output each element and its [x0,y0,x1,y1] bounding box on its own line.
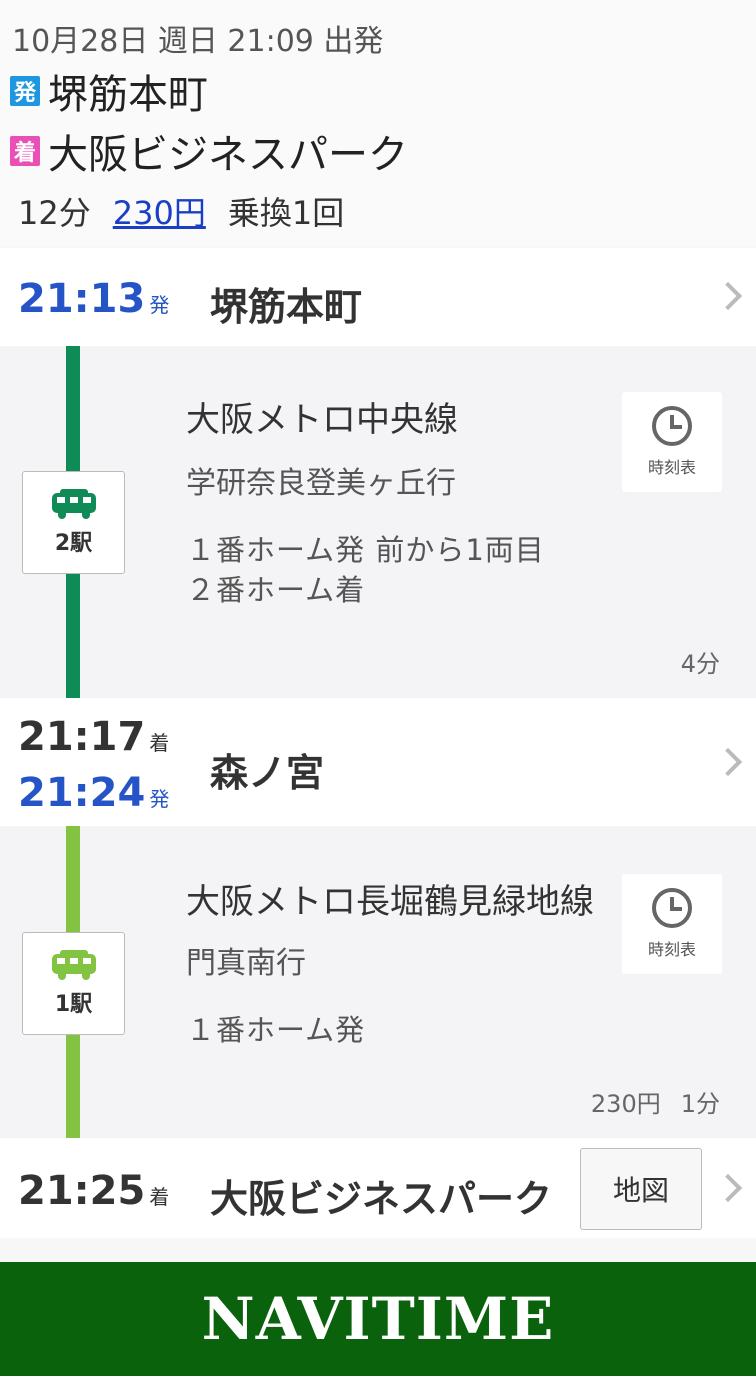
route-summary: 10月28日 週日 21:09 出発 発 堺筋本町 着 大阪ビジネスパーク 12… [0,0,756,246]
arrival-time: 21:17 着 [18,714,169,760]
segment-fare: 230円 [590,1090,661,1118]
bottom-spacer [0,1376,756,1397]
departure-tag: 発 [10,76,40,106]
map-button[interactable]: 地図 [580,1148,702,1230]
timetable-label: 時刻表 [647,458,696,477]
departure-time: 21:13 発 [18,276,169,322]
route-meta: 12分 230円 乗換1回 [18,188,344,234]
arrival-suffix: 着 [149,1185,170,1209]
arrival-time-value: 21:25 [18,1168,146,1214]
from-station-row: 発 堺筋本町 [10,62,208,120]
platform-line: ２番ホーム着 [186,573,366,607]
from-station-name: 堺筋本町 [48,72,208,118]
navitime-banner[interactable]: NAVITIME [0,1262,756,1376]
stop-count: 1駅 [54,991,93,1017]
stop-count-badge: 1駅 [22,932,125,1035]
station-row-transfer[interactable]: 21:17 着 21:24 発 森ノ宮 [0,698,756,826]
ride-segment-1: 2駅 大阪メトロ中央線 学研奈良登美ヶ丘行 １番ホーム発 前から1両目 ２番ホー… [0,346,756,698]
ride-segment-2: 1駅 大阪メトロ長堀鶴見緑地線 門真南行 １番ホーム発 時刻表 230円 1分 [0,826,756,1138]
arrival-time: 21:25 着 [18,1168,169,1214]
timetable-button[interactable]: 時刻表 [622,392,722,492]
to-station-name: 大阪ビジネスパーク [48,132,408,178]
departure-time-value: 21:13 [18,276,146,322]
segment-footer: 4分 [681,644,720,679]
chevron-right-icon[interactable] [713,281,743,311]
station-name: 大阪ビジネスパーク [210,1177,553,1221]
segment-duration: 1分 [680,1090,720,1118]
total-duration: 12分 [18,194,91,232]
line-name: 大阪メトロ長堀鶴見緑地線 [186,882,594,922]
stop-count: 2駅 [54,530,93,556]
fare-link[interactable]: 230円 [113,188,206,234]
chevron-right-icon[interactable] [713,1173,743,1203]
station-name: 堺筋本町 [210,285,363,329]
departure-suffix: 発 [149,293,170,317]
platform-info: １番ホーム発 [186,1010,365,1050]
train-icon [51,488,96,519]
transfer-count: 乗換1回 [227,194,345,232]
timetable-button[interactable]: 時刻表 [622,874,722,974]
chevron-right-icon[interactable] [713,747,743,777]
arrival-time-value: 21:17 [18,714,146,760]
departure-time: 21:24 発 [18,770,169,816]
train-icon [51,949,96,980]
train-destination: 門真南行 [186,946,306,981]
arrival-tag: 着 [10,136,40,166]
clock-icon [652,888,692,928]
platform-line: １番ホーム発 前から1両目 [186,533,545,567]
clock-icon [652,406,692,446]
segment-duration: 4分 [680,650,720,678]
to-station-row: 着 大阪ビジネスパーク [10,122,408,180]
departure-suffix: 発 [149,787,170,811]
navitime-logo: NAVITIME [201,1285,555,1353]
arrival-suffix: 着 [149,731,170,755]
line-name: 大阪メトロ中央線 [186,400,458,440]
station-name: 森ノ宮 [210,751,325,795]
timetable-label: 時刻表 [647,940,696,959]
station-row-end[interactable]: 21:25 着 大阪ビジネスパーク 地図 [0,1138,756,1238]
platform-info: １番ホーム発 前から1両目 ２番ホーム着 [186,530,545,610]
station-row-start[interactable]: 21:13 発 堺筋本町 [0,248,756,346]
stop-count-badge: 2駅 [22,471,125,574]
train-destination: 学研奈良登美ヶ丘行 [186,466,456,501]
segment-footer: 230円 1分 [591,1084,720,1119]
platform-line: １番ホーム発 [186,1013,366,1047]
departure-datetime: 10月28日 週日 21:09 出発 [12,24,384,59]
departure-time-value: 21:24 [18,770,146,816]
